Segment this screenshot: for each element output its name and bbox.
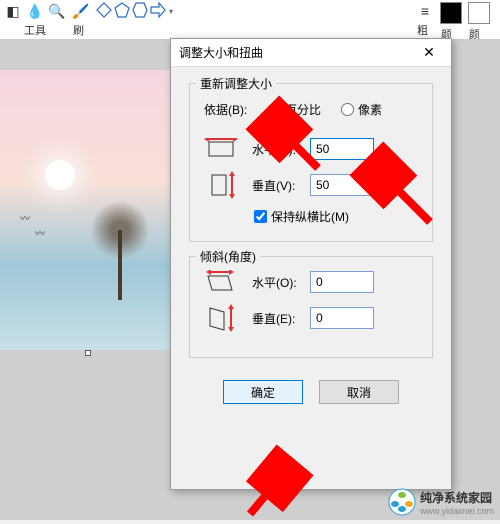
skew-vertical-label: 垂直(E): bbox=[252, 310, 310, 327]
aspect-checkbox[interactable]: 保持纵横比(M) bbox=[254, 208, 418, 225]
diamond-shape-icon[interactable] bbox=[96, 2, 112, 21]
watermark-text: 纯净系统家园 bbox=[420, 489, 494, 506]
image-canvas[interactable]: 〰 〰 bbox=[0, 70, 170, 350]
tools-label: 工具 bbox=[24, 22, 46, 38]
hexagon-shape-icon[interactable] bbox=[132, 2, 148, 21]
dialog-title: 调整大小和扭曲 bbox=[179, 44, 415, 61]
brush-icon: 🖌️ bbox=[72, 2, 90, 20]
skew-horizontal-label: 水平(O): bbox=[252, 274, 310, 291]
color-picker-icon[interactable]: 💧 bbox=[26, 2, 44, 20]
magnifier-icon[interactable]: 🔍 bbox=[48, 2, 66, 20]
aspect-label: 保持纵横比(M) bbox=[271, 208, 349, 225]
ribbon-toolbar: ◧ 💧 🔍 工具 🖌️ 刷子▾ ▾ ≡ 粗细▾ 颜色 1 颜色 2 bbox=[0, 0, 500, 40]
watermark-url: www.yidaimei.com bbox=[420, 506, 494, 516]
horizontal-resize-icon bbox=[204, 136, 238, 162]
radio-pixel[interactable]: 像素 bbox=[341, 101, 382, 118]
eraser-icon[interactable]: ◧ bbox=[4, 2, 22, 20]
arrow-right-shape-icon[interactable] bbox=[150, 2, 166, 21]
bird-graphic: 〰 bbox=[20, 210, 30, 225]
vertical-resize-icon bbox=[204, 172, 238, 198]
close-icon[interactable]: ✕ bbox=[415, 43, 443, 63]
resize-handle-bottom[interactable] bbox=[85, 350, 91, 356]
radio-pixel-label: 像素 bbox=[358, 101, 382, 118]
radio-percent[interactable]: 百分比 bbox=[268, 101, 321, 118]
shapes-group[interactable]: ▾ bbox=[96, 2, 173, 21]
resize-skew-dialog: 调整大小和扭曲 ✕ 重新调整大小 依据(B): 百分比 像素 bbox=[170, 38, 452, 490]
radio-pixel-input[interactable] bbox=[341, 103, 354, 116]
ok-button[interactable]: 确定 bbox=[223, 380, 303, 404]
vertical-label: 垂直(V): bbox=[252, 177, 310, 194]
bird-graphic: 〰 bbox=[35, 225, 45, 240]
aspect-checkbox-input[interactable] bbox=[254, 210, 267, 223]
basis-label: 依据(B): bbox=[204, 101, 258, 118]
skew-vertical-input[interactable] bbox=[310, 307, 374, 329]
resize-group-label: 重新调整大小 bbox=[196, 75, 276, 92]
skew-horizontal-input[interactable] bbox=[310, 271, 374, 293]
shapes-dropdown-icon[interactable]: ▾ bbox=[169, 7, 173, 16]
tree-graphic bbox=[90, 200, 150, 300]
pentagon-shape-icon[interactable] bbox=[114, 2, 130, 21]
horizontal-skew-icon bbox=[204, 269, 238, 295]
vertical-input[interactable] bbox=[310, 174, 374, 196]
resize-group: 重新调整大小 依据(B): 百分比 像素 水平(H): bbox=[189, 83, 433, 242]
cancel-button[interactable]: 取消 bbox=[319, 380, 399, 404]
thickness-icon: ≡ bbox=[416, 2, 434, 20]
skew-group-label: 倾斜(角度) bbox=[196, 248, 260, 265]
watermark-logo-icon bbox=[388, 488, 416, 516]
tools-group: ◧ 💧 🔍 工具 bbox=[4, 2, 66, 38]
vertical-skew-icon bbox=[204, 305, 238, 331]
horizontal-input[interactable] bbox=[310, 138, 374, 160]
color1-swatch bbox=[440, 2, 462, 24]
radio-percent-input[interactable] bbox=[268, 103, 281, 116]
radio-percent-label: 百分比 bbox=[285, 101, 321, 118]
watermark: 纯净系统家园 www.yidaimei.com bbox=[388, 488, 494, 516]
skew-group: 倾斜(角度) 水平(O): 垂直(E): bbox=[189, 256, 433, 358]
color2-swatch bbox=[468, 2, 490, 24]
dialog-titlebar[interactable]: 调整大小和扭曲 ✕ bbox=[171, 39, 451, 67]
sun-graphic bbox=[45, 160, 75, 190]
horizontal-label: 水平(H): bbox=[252, 141, 310, 158]
